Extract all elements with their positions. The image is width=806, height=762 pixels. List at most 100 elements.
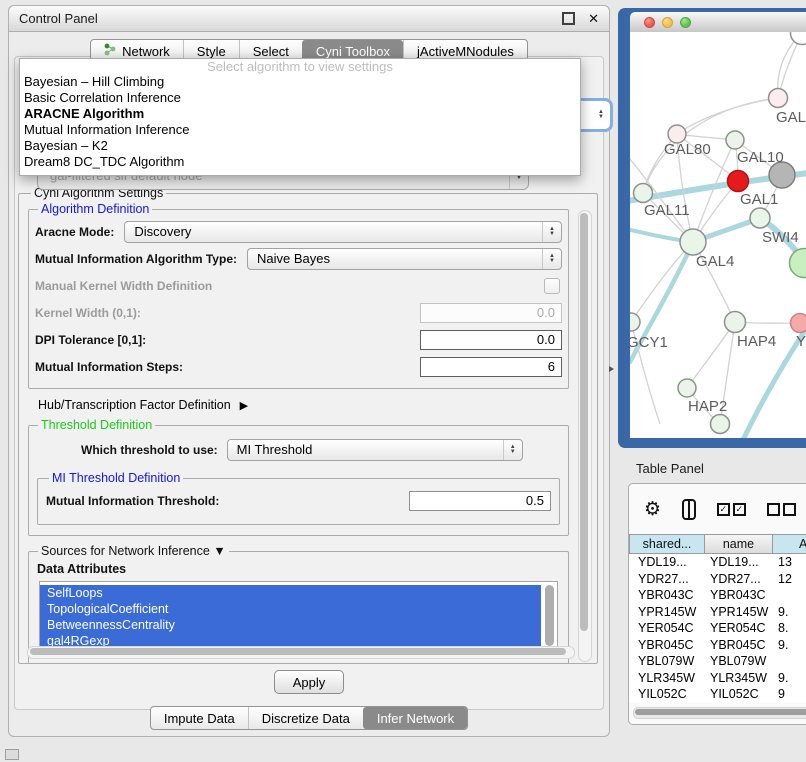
- node-hap2[interactable]: [678, 379, 696, 397]
- stepper-icon: ▲▼: [542, 222, 561, 242]
- mi-algorithm-type-value: Naive Bayes: [257, 251, 330, 266]
- select-all-columns-icon[interactable]: ✓ ✓: [717, 503, 746, 516]
- node-green[interactable]: [790, 249, 806, 278]
- table-horizontal-scrollbar[interactable]: [633, 707, 806, 719]
- table-row[interactable]: YIL052C YIL052C 9: [629, 686, 806, 703]
- cyni-algorithm-settings-group: Cyni Algorithm Settings Algorithm Defini…: [18, 186, 598, 664]
- checked-box-icon: ✓: [717, 503, 730, 516]
- tab-infer-network-label: Infer Network: [377, 711, 454, 726]
- close-icon[interactable]: ✕: [588, 11, 599, 27]
- close-window-icon[interactable]: [644, 17, 655, 28]
- mi-steps-label: Mutual Information Steps:: [35, 360, 183, 374]
- columns-icon[interactable]: [682, 499, 696, 520]
- kernel-width-label: Kernel Width (0,1):: [35, 306, 141, 320]
- list-scrollbar[interactable]: [545, 585, 554, 646]
- tab-infer-network[interactable]: Infer Network: [363, 707, 467, 729]
- apply-button[interactable]: Apply: [274, 670, 344, 694]
- splitpane-arrow-icon[interactable]: [609, 366, 614, 372]
- float-panel-icon[interactable]: [562, 12, 575, 25]
- column-header-shared-name[interactable]: shared...: [629, 534, 705, 554]
- node-hap4[interactable]: [725, 312, 746, 333]
- column-header-name[interactable]: name: [705, 534, 773, 554]
- hub-definition-toggle[interactable]: Hub/Transcription Factor Definition ▶: [38, 398, 569, 412]
- node-label: GAL10: [737, 149, 784, 166]
- settings-vertical-scrollbar[interactable]: [578, 210, 592, 662]
- mi-steps-field[interactable]: 6: [420, 357, 562, 377]
- which-threshold-label: Which threshold to use:: [81, 443, 218, 457]
- algorithm-option[interactable]: Bayesian – Hill Climbing: [20, 74, 580, 90]
- cell: 9.: [773, 671, 806, 685]
- algorithm-option[interactable]: Bayesian – K2: [20, 138, 580, 154]
- hub-definition-label: Hub/Transcription Factor Definition: [38, 398, 231, 412]
- node-label: HAP4: [737, 333, 776, 350]
- tabstrip: Impute Data Discretize Data Infer Networ…: [150, 706, 468, 730]
- algorithm-option[interactable]: Mutual Information Inference: [20, 122, 580, 138]
- data-attributes-list[interactable]: SelfLoops TopologicalCoefficient Between…: [39, 581, 558, 656]
- threshold-definition-title: Threshold Definition: [38, 418, 155, 432]
- table-row[interactable]: YDL19... YDL19... 13: [629, 554, 806, 571]
- node-gal4[interactable]: [680, 229, 706, 255]
- dpi-tolerance-field[interactable]: 0.0: [420, 330, 562, 350]
- tab-impute-data[interactable]: Impute Data: [151, 707, 248, 729]
- algorithm-option-selected[interactable]: ARACNE Algorithm: [20, 106, 580, 122]
- node-gal1-selected[interactable]: [728, 171, 749, 192]
- cell: YIL052C: [705, 687, 773, 701]
- attribute-item-selected[interactable]: TopologicalCoefficient: [40, 601, 541, 617]
- manual-kernel-label: Manual Kernel Width Definition: [35, 279, 212, 293]
- sources-title: Sources for Network Inference: [41, 544, 210, 558]
- table-row[interactable]: YBR045C YBR045C 9.: [629, 637, 806, 654]
- node-label: GAL11: [644, 202, 690, 219]
- gear-icon[interactable]: ⚙: [644, 500, 661, 519]
- mi-algorithm-type-label: Mutual Information Algorithm Type:: [35, 252, 237, 266]
- node-salmon[interactable]: [791, 314, 806, 333]
- cell: YBR043C: [705, 588, 773, 602]
- stepper-icon: ▲▼: [542, 249, 561, 269]
- minimize-window-icon[interactable]: [662, 17, 673, 28]
- table-row[interactable]: YPR145W YPR145W 9.: [629, 604, 806, 621]
- sources-toggle[interactable]: Sources for Network Inference ▼: [38, 544, 229, 558]
- cell: YLR345W: [629, 671, 705, 685]
- tab-select-label: Select: [253, 44, 289, 59]
- mi-threshold-definition-group: MI Threshold Definition Mutual Informati…: [37, 471, 560, 525]
- node-gal[interactable]: [769, 89, 788, 108]
- table-row[interactable]: YDR27... YDR27... 12: [629, 571, 806, 588]
- which-threshold-select[interactable]: MI Threshold ▲▼: [227, 439, 523, 461]
- attribute-item-selected[interactable]: SelfLoops: [40, 585, 541, 601]
- mi-algorithm-type-select[interactable]: Naive Bayes ▲▼: [247, 248, 562, 270]
- tab-discretize-data[interactable]: Discretize Data: [248, 707, 363, 729]
- node-gcy1[interactable]: [630, 313, 640, 331]
- cell: YPR145W: [629, 605, 705, 619]
- attribute-item-selected[interactable]: BetweennessCentrality: [40, 617, 541, 633]
- table-header: shared... name A: [629, 534, 806, 554]
- table-body: YDL19... YDL19... 13 YDR27... YDR27... 1…: [629, 554, 806, 703]
- network-canvas[interactable]: GAL GAL80 GAL10 GAL1 GAL11 SWI4 GAL4 GCY…: [630, 32, 806, 438]
- node-label: GCY1: [630, 334, 668, 351]
- kernel-width-field[interactable]: 0.0: [420, 303, 562, 323]
- table-row[interactable]: YLR345W YLR345W 9.: [629, 670, 806, 687]
- table-row[interactable]: YER054C YER054C 8.: [629, 620, 806, 637]
- node-gal11[interactable]: [634, 184, 653, 203]
- algorithm-option[interactable]: Basic Correlation Inference: [20, 90, 580, 106]
- mi-threshold-field[interactable]: 0.5: [409, 491, 551, 511]
- node-swi4[interactable]: [750, 208, 770, 228]
- settings-horizontal-scrollbar[interactable]: [27, 646, 575, 659]
- aracne-mode-value: Discovery: [134, 224, 191, 239]
- column-header-clipped[interactable]: A: [773, 534, 806, 554]
- cell: YDR27...: [705, 572, 773, 586]
- node-gal10[interactable]: [726, 131, 744, 149]
- algorithm-option[interactable]: Dream8 DC_TDC Algorithm: [20, 154, 580, 170]
- cyni-bottom-tabs: Impute Data Discretize Data Infer Networ…: [9, 706, 609, 730]
- zoom-window-icon[interactable]: [680, 17, 691, 28]
- table-panel: ⚙ ✓ ✓ shared... name A YDL19... YDL19...…: [628, 483, 806, 725]
- table-row[interactable]: YBR043C YBR043C: [629, 587, 806, 604]
- cell: YLR345W: [705, 671, 773, 685]
- aracne-mode-select[interactable]: Discovery ▲▼: [124, 221, 562, 243]
- deselect-all-columns-icon[interactable]: [767, 503, 796, 516]
- network-window-titlebar[interactable]: [630, 12, 806, 33]
- algorithm-definition-title: Algorithm Definition: [38, 202, 152, 216]
- checked-box-icon: ✓: [733, 503, 746, 516]
- table-row[interactable]: YBL079W YBL079W: [629, 653, 806, 670]
- node[interactable]: [711, 415, 730, 434]
- manual-kernel-checkbox[interactable]: [544, 278, 560, 294]
- control-panel-title: Control Panel: [19, 11, 562, 26]
